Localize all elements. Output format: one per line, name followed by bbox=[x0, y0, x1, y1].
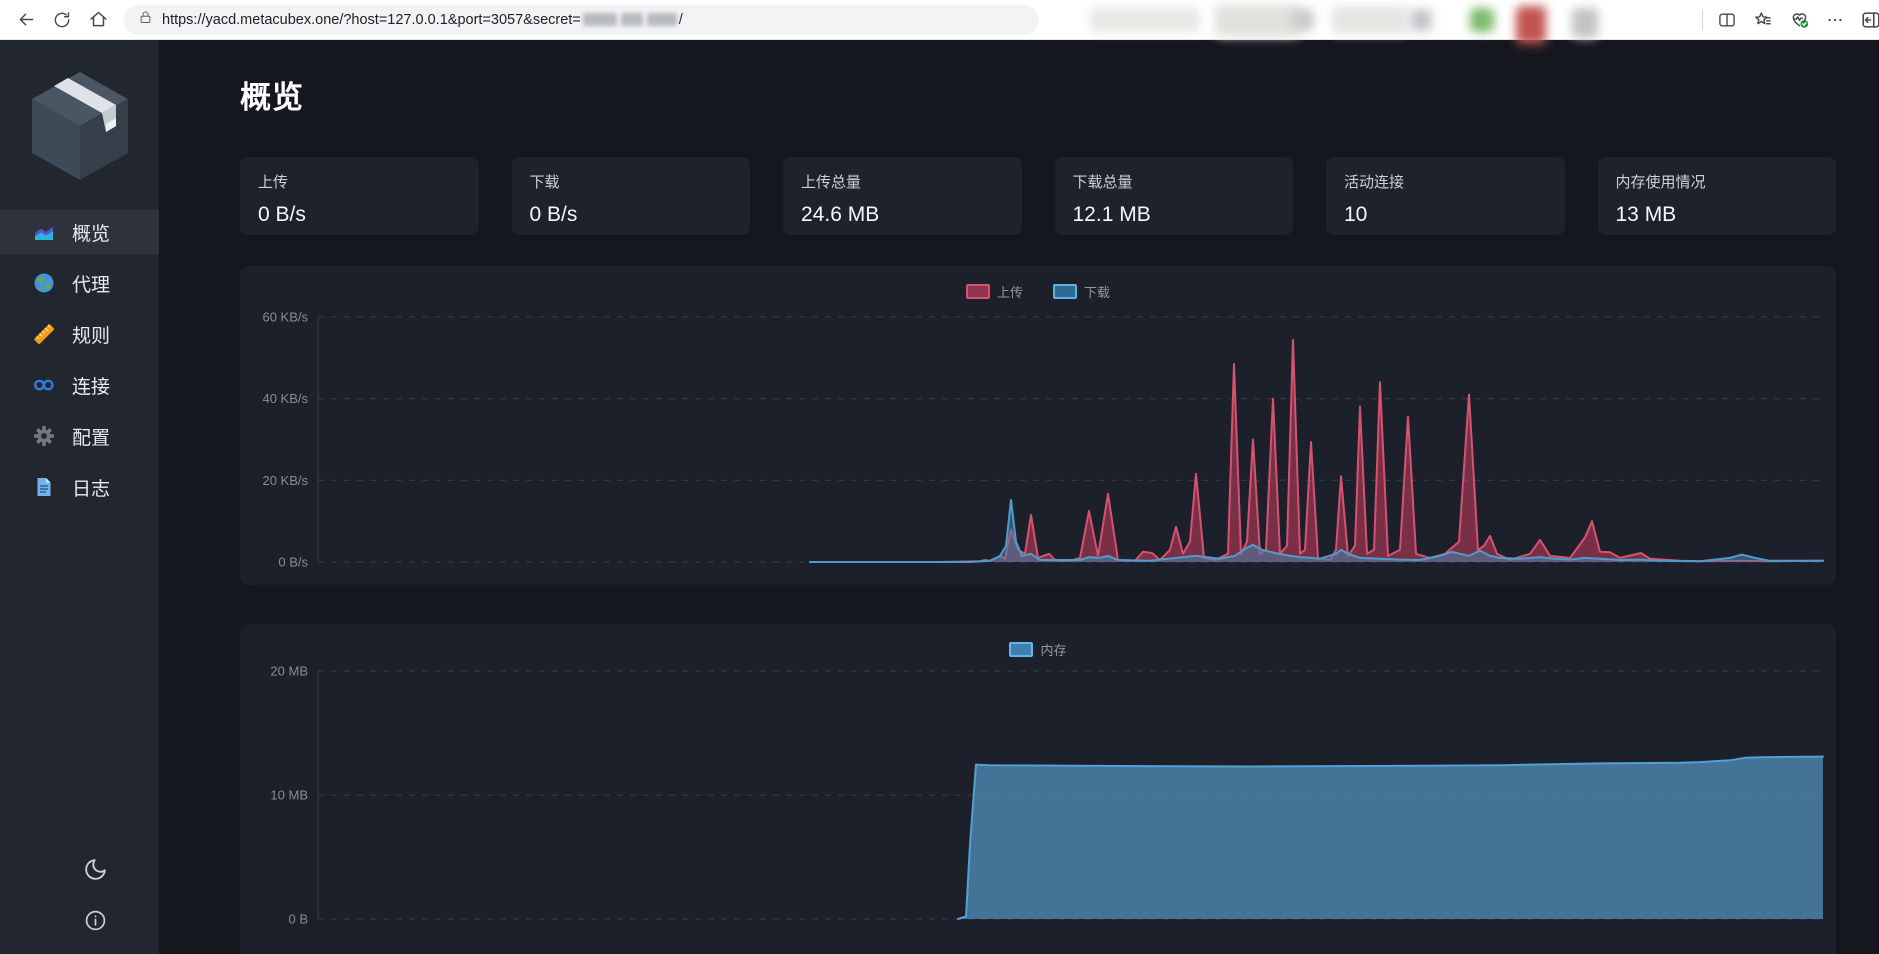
stat-label: 下载 bbox=[530, 171, 733, 192]
sidebar-nav: 概览 代理 规则 连接 bbox=[0, 210, 159, 516]
svg-text:60 KB/s: 60 KB/s bbox=[262, 310, 308, 325]
blurred-secret bbox=[621, 13, 643, 26]
home-icon[interactable] bbox=[80, 4, 116, 36]
legend-label: 上传 bbox=[997, 282, 1023, 301]
stat-value: 0 B/s bbox=[258, 203, 461, 227]
refresh-icon[interactable] bbox=[44, 4, 80, 36]
sidebar-item-proxies[interactable]: 代理 bbox=[0, 261, 159, 305]
stat-value: 10 bbox=[1344, 203, 1547, 227]
ruler-icon bbox=[33, 323, 55, 345]
sidebar-panel-icon[interactable] bbox=[1853, 4, 1879, 36]
sidebar-item-rules[interactable]: 规则 bbox=[0, 312, 159, 356]
globe-icon bbox=[33, 272, 55, 294]
stat-label: 下载总量 bbox=[1073, 171, 1276, 192]
legend-item-upload: 上传 bbox=[966, 282, 1023, 301]
stat-label: 内存使用情况 bbox=[1616, 171, 1819, 192]
stat-cards: 上传 0 B/s 下载 0 B/s 上传总量 24.6 MB 下载总量 12.1… bbox=[240, 157, 1836, 235]
traffic-area-chart: 60 KB/s 40 KB/s 20 KB/s 0 B/s bbox=[240, 266, 1836, 585]
memory-area-chart: 20 MB 10 MB 0 B bbox=[240, 624, 1836, 954]
stat-card-memory-usage: 内存使用情况 13 MB bbox=[1598, 157, 1837, 235]
blurred-secret bbox=[583, 13, 617, 26]
svg-text:0 B: 0 B bbox=[288, 912, 308, 927]
sidebar-item-label: 概览 bbox=[72, 219, 110, 246]
browser-toolbar: https://yacd.metacubex.one/?host=127.0.0… bbox=[0, 0, 1879, 40]
legend-label: 内存 bbox=[1040, 640, 1066, 659]
download-legend-swatch bbox=[1053, 284, 1077, 299]
blurred-item bbox=[1090, 8, 1200, 32]
svg-text:0 B/s: 0 B/s bbox=[278, 555, 308, 570]
stat-value: 24.6 MB bbox=[801, 203, 1004, 227]
stat-card-active-connections: 活动连接 10 bbox=[1326, 157, 1565, 235]
page-title: 概览 bbox=[240, 72, 1879, 117]
stat-label: 活动连接 bbox=[1344, 171, 1547, 192]
sidebar-item-label: 配置 bbox=[72, 423, 110, 450]
sidebar-item-connections[interactable]: 连接 bbox=[0, 363, 159, 407]
split-screen-icon[interactable] bbox=[1709, 4, 1745, 36]
svg-text:40 KB/s: 40 KB/s bbox=[262, 391, 308, 406]
info-icon[interactable] bbox=[82, 907, 109, 934]
url-text: https://yacd.metacubex.one/?host=127.0.0… bbox=[162, 12, 683, 28]
blurred-extensions-area bbox=[1080, 0, 1620, 46]
memory-chart-panel: 内存 20 MB 10 MB 0 B bbox=[240, 624, 1836, 954]
svg-text:20 MB: 20 MB bbox=[270, 664, 308, 679]
blurred-extension-icon bbox=[1410, 9, 1432, 31]
stat-value: 12.1 MB bbox=[1073, 203, 1276, 227]
blurred-extension-icon bbox=[1292, 9, 1314, 31]
stat-card-upload: 上传 0 B/s bbox=[240, 157, 479, 235]
legend-item-download: 下载 bbox=[1053, 282, 1110, 301]
sidebar: 概览 代理 规则 连接 bbox=[0, 40, 159, 954]
sidebar-item-label: 日志 bbox=[72, 474, 110, 501]
overview-chart-icon bbox=[33, 221, 55, 243]
blurred-item bbox=[1215, 5, 1300, 37]
stat-card-download: 下载 0 B/s bbox=[512, 157, 751, 235]
svg-text:10 MB: 10 MB bbox=[270, 788, 308, 803]
more-menu-icon[interactable] bbox=[1817, 4, 1853, 36]
blurred-extension-icon bbox=[1516, 6, 1546, 44]
stat-label: 上传 bbox=[258, 171, 461, 192]
address-bar[interactable]: https://yacd.metacubex.one/?host=127.0.0… bbox=[124, 5, 1039, 35]
blurred-extension-icon bbox=[1470, 8, 1494, 32]
stat-card-upload-total: 上传总量 24.6 MB bbox=[783, 157, 1022, 235]
link-icon bbox=[33, 374, 55, 396]
blurred-item bbox=[1332, 6, 1408, 34]
sidebar-item-logs[interactable]: 日志 bbox=[0, 465, 159, 509]
stat-value: 0 B/s bbox=[530, 203, 733, 227]
stat-card-download-total: 下载总量 12.1 MB bbox=[1055, 157, 1294, 235]
yacd-dashboard: 概览 代理 规则 连接 bbox=[0, 40, 1879, 954]
clash-meta-logo bbox=[28, 66, 132, 186]
sidebar-item-label: 规则 bbox=[72, 321, 110, 348]
upload-legend-swatch bbox=[966, 284, 990, 299]
theme-toggle-moon-icon[interactable] bbox=[82, 856, 109, 883]
svg-text:20 KB/s: 20 KB/s bbox=[262, 473, 308, 488]
sidebar-item-label: 连接 bbox=[72, 372, 110, 399]
sidebar-item-label: 代理 bbox=[72, 270, 110, 297]
memory-legend-swatch bbox=[1009, 642, 1033, 657]
blurred-secret bbox=[647, 13, 677, 26]
stat-value: 13 MB bbox=[1616, 203, 1819, 227]
toolbar-divider bbox=[1702, 10, 1703, 30]
traffic-chart-legend: 上传 下载 bbox=[240, 282, 1836, 301]
gear-icon bbox=[33, 425, 55, 447]
legend-item-memory: 内存 bbox=[1009, 640, 1066, 659]
traffic-chart-panel: 上传 下载 60 KB/s 40 KB/s 20 KB/s 0 B/s bbox=[240, 266, 1836, 585]
sidebar-item-overview[interactable]: 概览 bbox=[0, 210, 159, 254]
toolbar-right bbox=[1696, 4, 1871, 36]
memory-chart-legend: 内存 bbox=[240, 640, 1836, 659]
blurred-extension-icon bbox=[1572, 8, 1598, 38]
legend-label: 下载 bbox=[1084, 282, 1110, 301]
main-content: 概览 上传 0 B/s 下载 0 B/s 上传总量 24.6 MB 下载总量 1… bbox=[159, 40, 1879, 954]
sidebar-bottom bbox=[0, 856, 159, 954]
stat-label: 上传总量 bbox=[801, 171, 1004, 192]
browser-essentials-icon[interactable] bbox=[1781, 4, 1817, 36]
back-icon[interactable] bbox=[8, 4, 44, 36]
sidebar-item-config[interactable]: 配置 bbox=[0, 414, 159, 458]
favorites-icon[interactable] bbox=[1745, 4, 1781, 36]
document-icon bbox=[33, 476, 55, 498]
lock-icon[interactable] bbox=[138, 10, 153, 30]
